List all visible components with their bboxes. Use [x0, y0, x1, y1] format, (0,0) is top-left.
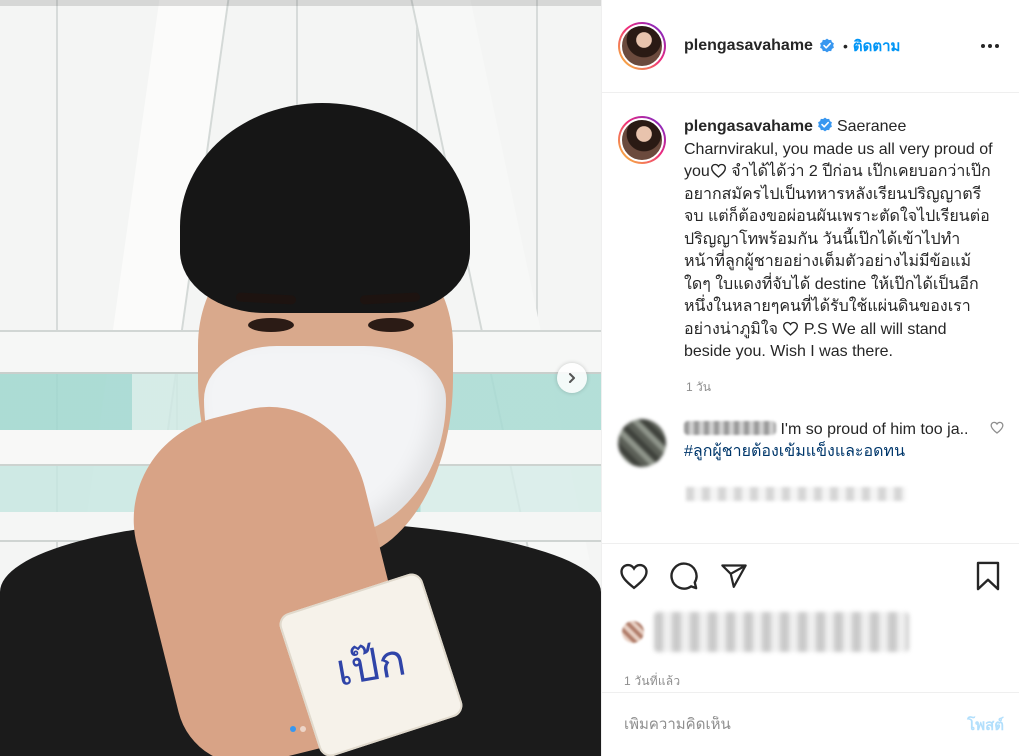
- share-icon: [721, 564, 747, 588]
- username-link[interactable]: plengasavahame: [684, 37, 813, 55]
- likes-text-blurred: [654, 612, 909, 652]
- liker-avatar: [622, 621, 644, 643]
- post-comment-button[interactable]: โพสต์: [967, 713, 1004, 737]
- heart-icon: [620, 563, 648, 590]
- like-button[interactable]: [618, 560, 650, 592]
- follow-button[interactable]: ติดตาม: [853, 34, 901, 58]
- verified-badge-icon: [818, 117, 832, 132]
- commenter-avatar[interactable]: [618, 418, 666, 467]
- photo-top-edge: [0, 0, 601, 6]
- post-header: plengasavahame • ติดตาม: [602, 0, 1019, 93]
- list-item: I'm so proud of him too ja.. #ลูกผู้ชายต…: [602, 397, 1019, 467]
- header-separator: •: [842, 38, 848, 54]
- post-side-panel: plengasavahame • ติดตาม plengasavahame S…: [601, 0, 1019, 756]
- comment-button[interactable]: [668, 560, 700, 592]
- action-icons: [618, 558, 1004, 594]
- more-options-icon[interactable]: [977, 38, 1003, 54]
- caption-timestamp: 1 วัน: [686, 379, 711, 394]
- caption-username[interactable]: plengasavahame: [684, 118, 813, 135]
- post-timestamp[interactable]: 1 วันที่แล้ว: [624, 672, 1004, 691]
- heart-outline-emoji-icon: [710, 163, 726, 178]
- comment-text: I'm so proud of him too ja.. #ลูกผู้ชายต…: [684, 419, 974, 467]
- share-button[interactable]: [718, 560, 750, 592]
- next-photo-button[interactable]: [557, 363, 587, 393]
- add-comment-bar: โพสต์: [602, 692, 1019, 756]
- comment-meta-blurred: [686, 486, 906, 501]
- photo-eye: [368, 318, 414, 332]
- carousel-dot: [300, 726, 306, 732]
- comment-message: I'm so proud of him too ja..: [776, 420, 969, 438]
- caption-avatar[interactable]: [618, 116, 666, 164]
- wristband-text: เป๊ก: [332, 634, 410, 697]
- post-actions: 1 วันที่แล้ว: [602, 543, 1019, 691]
- caption-text-2: จำได้ได้ว่า 2 ปีก่อน เป๊กเคยบอกว่าเป๊กอย…: [684, 163, 991, 338]
- carousel-indicator: [290, 726, 306, 732]
- photo-eye: [248, 318, 294, 332]
- commenter-username-blurred[interactable]: [684, 420, 776, 435]
- carousel-dot-active: [290, 726, 296, 732]
- verified-badge-icon: [820, 38, 834, 53]
- chevron-right-icon: [569, 373, 575, 383]
- heart-outline-emoji-icon: [783, 321, 799, 336]
- avatar[interactable]: [618, 22, 666, 70]
- likes-summary-blurred[interactable]: [618, 608, 1004, 656]
- comment-icon: [670, 562, 698, 590]
- comment-hashtag[interactable]: #ลูกผู้ชายต้องเข้มแข็งและอดทน: [684, 443, 905, 460]
- comment-input[interactable]: [624, 716, 968, 733]
- post-caption: plengasavahame Saeranee Charnvirakul, yo…: [602, 94, 1019, 364]
- heart-icon: [990, 421, 1004, 434]
- bookmark-icon: [976, 561, 1000, 591]
- comments-section[interactable]: plengasavahame Saeranee Charnvirakul, yo…: [602, 94, 1019, 540]
- comment-like-button[interactable]: [990, 419, 1004, 467]
- caption-text: plengasavahame Saeranee Charnvirakul, yo…: [684, 116, 994, 364]
- save-button[interactable]: [972, 560, 1004, 592]
- post-photo[interactable]: เป๊ก: [0, 0, 601, 756]
